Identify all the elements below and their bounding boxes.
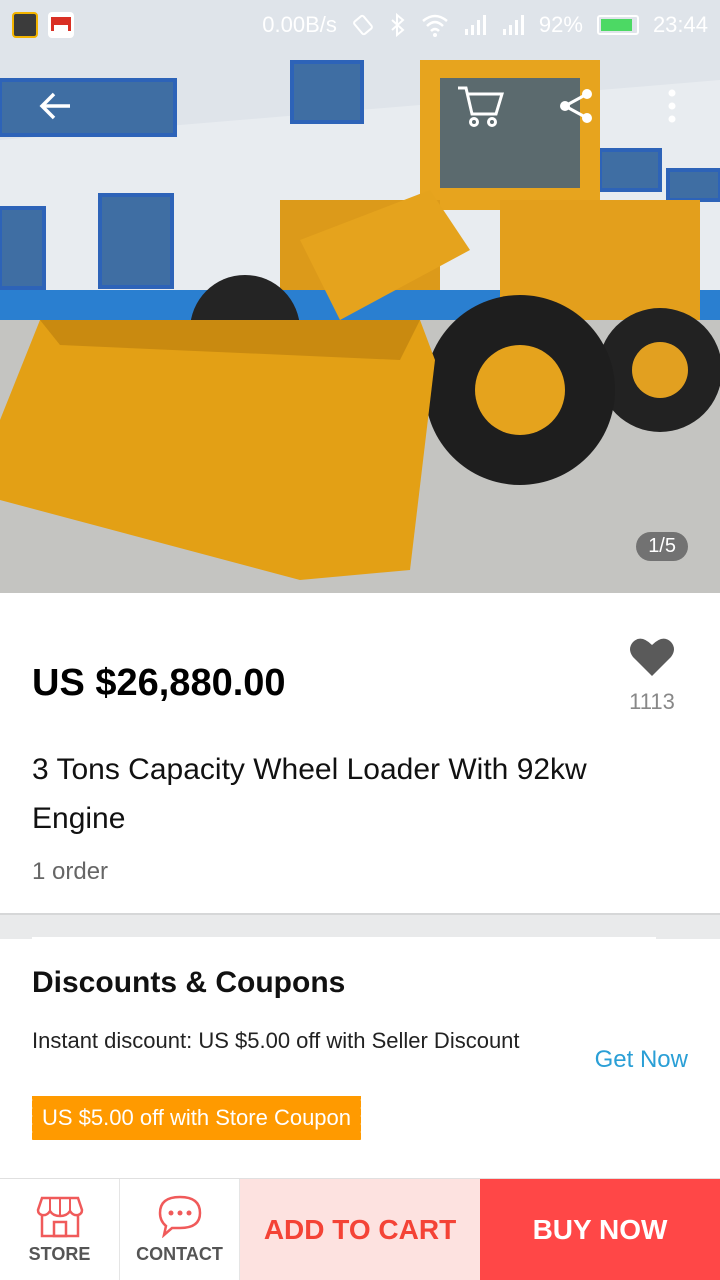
cart-button[interactable] [444, 70, 516, 142]
net-speed: 0.00B/s [262, 12, 337, 37]
instant-discount-text: Instant discount: US $5.00 off with Sell… [32, 1028, 520, 1053]
wishlist-count: 1113 [629, 689, 675, 714]
buy-now-button[interactable]: BUY NOW [480, 1179, 720, 1280]
store-button[interactable]: STORE [0, 1179, 120, 1280]
signal-icon [464, 15, 486, 35]
chat-icon [158, 1195, 201, 1238]
section-divider [0, 913, 720, 939]
bottom-action-bar: STORE CONTACT ADD TO CART BUY NOW [0, 1178, 720, 1280]
gallery-page-indicator: 1/5 [636, 532, 688, 561]
gmail-icon [48, 12, 74, 38]
discounts-heading: Discounts & Coupons [32, 966, 346, 999]
back-button[interactable] [20, 70, 92, 142]
store-coupon-badge[interactable]: US $5.00 off with Store Coupon [29, 1096, 364, 1140]
bluetooth-icon [391, 13, 405, 37]
battery-icon [596, 15, 639, 35]
app-notification-icon [12, 12, 38, 38]
share-button[interactable] [540, 70, 612, 142]
order-count: 1 order [32, 858, 109, 885]
product-title: 3 Tons Capacity Wheel Loader With 92kw E… [32, 753, 587, 835]
cart-icon [458, 86, 504, 127]
image-toolbar [0, 70, 720, 142]
battery-percent: 92% [538, 12, 583, 37]
product-image-gallery[interactable]: 0.00B/s 92% 23:44 1/5 [0, 0, 720, 593]
contact-label: CONTACT [136, 1244, 223, 1264]
store-label: STORE [28, 1244, 91, 1264]
rotate-icon [352, 14, 373, 36]
store-icon [36, 1196, 83, 1238]
clock: 23:44 [652, 12, 708, 37]
add-to-cart-button[interactable]: ADD TO CART [240, 1179, 480, 1280]
signal-icon-2 [502, 15, 524, 35]
wishlist-button[interactable]: 1113 [610, 636, 694, 715]
back-arrow-icon [39, 92, 70, 120]
get-now-link[interactable]: Get Now [595, 1046, 688, 1074]
heart-icon [630, 638, 674, 676]
product-price: US $26,880.00 [32, 662, 286, 704]
status-bar: 0.00B/s 92% 23:44 [0, 0, 720, 50]
contact-button[interactable]: CONTACT [120, 1179, 240, 1280]
wifi-icon [422, 14, 448, 37]
more-vert-icon [668, 89, 676, 123]
share-icon [560, 89, 592, 123]
more-options-button[interactable] [636, 70, 708, 142]
